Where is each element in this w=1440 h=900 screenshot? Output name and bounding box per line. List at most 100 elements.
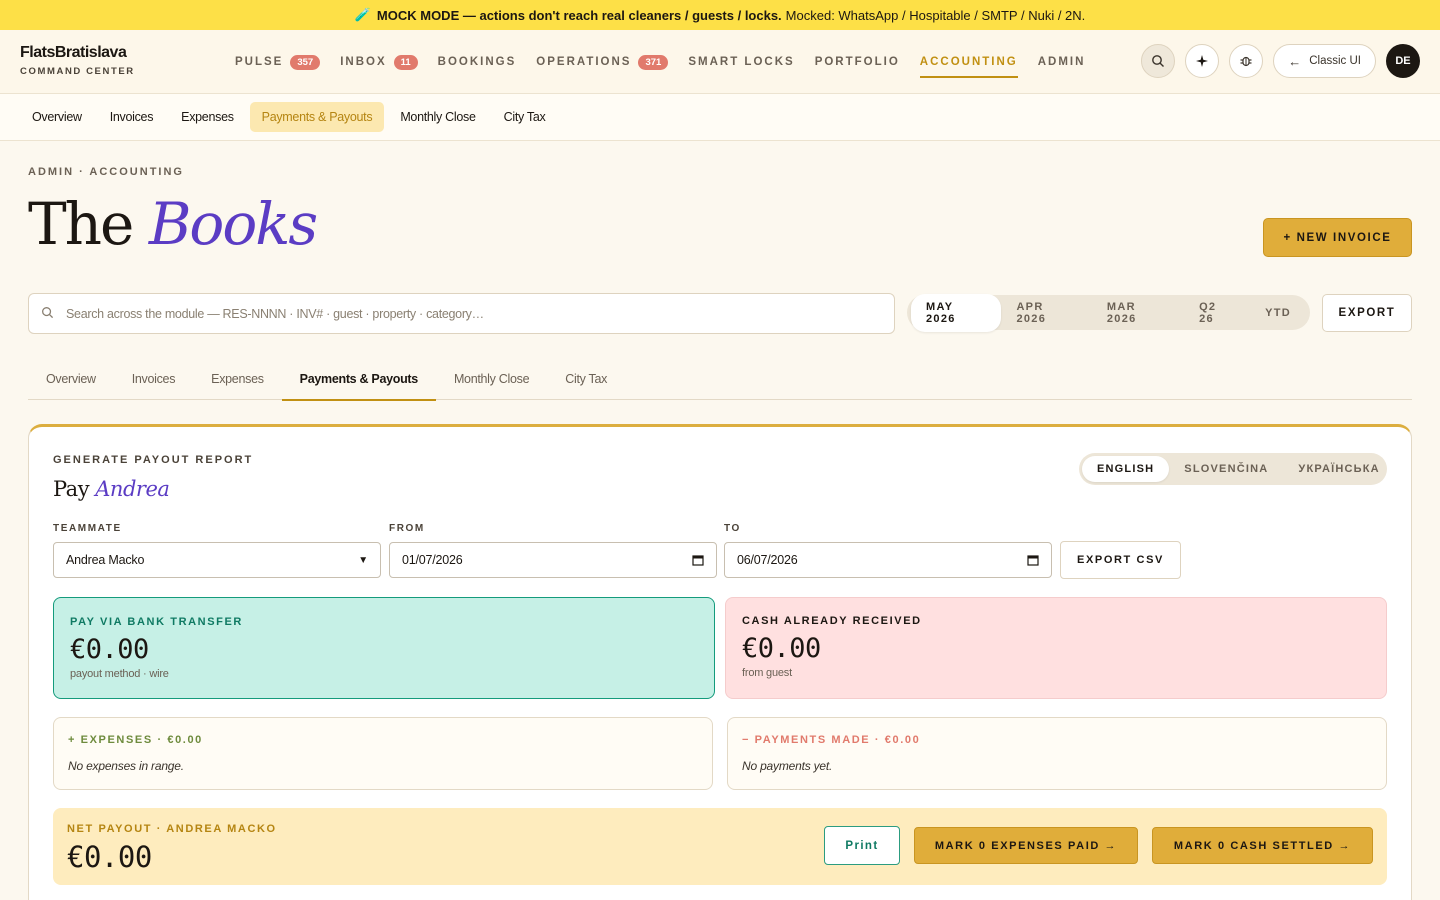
brand-subtitle: COMMAND CENTER [20,66,135,77]
teammate-select[interactable]: Andrea Macko ▼ [53,542,381,578]
expenses-empty-text: No expenses in range. [68,759,184,773]
from-date-value: 01/07/2026 [402,553,463,567]
cash-received-label: CASH ALREADY RECEIVED [742,615,922,627]
subnav-monthly-close[interactable]: Monthly Close [388,102,487,132]
brand[interactable]: FlatsBratislava COMMAND CENTER [20,44,135,77]
title-plain: The [28,190,134,258]
nav-pulse[interactable]: PULSE 357 [235,30,321,94]
to-date-value: 06/07/2026 [737,553,798,567]
period-selector: MAY 2026 APR 2026 MAR 2026 Q2 26 YTD [907,293,1310,332]
subnav-expenses[interactable]: Expenses [169,102,246,132]
payments-empty-text: No payments yet. [742,759,833,773]
title-italic: Books [148,190,318,258]
tab-expenses[interactable]: Expenses [193,357,282,400]
banner-rest-text: Mocked: WhatsApp / Hospitable / SMTP / N… [785,7,1086,23]
nav-label: BOOKINGS [437,56,517,68]
expenses-panel: + EXPENSES · €0.00 No expenses in range. [53,717,713,790]
language-selector: ENGLISH SLOVENČINA УКРАЇНСЬКА [1079,453,1387,485]
export-button[interactable]: EXPORT [1322,294,1412,332]
top-bar: FlatsBratislava COMMAND CENTER PULSE 357 … [0,30,1440,94]
test-tube-icon: 🧪 [354,7,371,22]
nav-label: INBOX [340,56,387,68]
cash-received-amount: €0.00 [742,633,821,664]
avatar[interactable]: DE [1386,44,1420,78]
bank-transfer-amount: €0.00 [70,634,149,665]
bank-transfer-label: PAY VIA BANK TRANSFER [70,616,243,628]
nav-label: ACCOUNTING [919,56,1018,68]
search-input[interactable] [66,306,894,321]
from-label: FROM [389,523,425,534]
calendar-icon [692,555,704,566]
cash-received-tile: CASH ALREADY RECEIVED €0.00 from guest [725,597,1387,699]
period-may-2026[interactable]: MAY 2026 [911,293,1002,332]
export-csv-button[interactable]: EXPORT CSV [1060,541,1181,579]
card-title-plain: Pay [53,477,90,501]
payout-report-card: GENERATE PAYOUT REPORT Pay Andrea ENGLIS… [28,424,1412,900]
nav-label: OPERATIONS [536,56,632,68]
sparkle-button[interactable] [1185,44,1220,78]
period-q2-26[interactable]: Q2 26 [1184,294,1250,332]
nav-portfolio[interactable]: PORTFOLIO [815,30,900,94]
mark-expenses-paid-button[interactable]: MARK 0 EXPENSES PAID → [914,827,1138,864]
chevron-down-icon: ▼ [358,554,368,566]
nav-admin[interactable]: ADMIN [1038,30,1086,94]
arrow-left-icon: ← [1288,53,1302,69]
breadcrumb: ADMIN · ACCOUNTING [28,166,184,178]
to-date-input[interactable]: 06/07/2026 [724,542,1052,578]
subnav-payments-payouts[interactable]: Payments & Payouts [249,102,385,132]
tab-city-tax[interactable]: City Tax [547,357,625,400]
nav-badge: 371 [638,54,669,70]
tab-overview[interactable]: Overview [28,357,114,400]
nav-bookings[interactable]: BOOKINGS [438,30,517,94]
nav-operations[interactable]: OPERATIONS 371 [536,30,669,94]
banner-strong-text: MOCK MODE — actions don't reach real cle… [376,7,782,23]
nav-label: PORTFOLIO [814,56,900,68]
card-title-italic: Andrea [95,477,170,501]
nav-label: PULSE [235,56,284,68]
mark-cash-settled-button[interactable]: MARK 0 CASH SETTLED → [1152,827,1373,864]
net-payout-panel: NET PAYOUT · ANDREA MACKO €0.00 Print MA… [53,808,1387,885]
bank-transfer-tile: PAY VIA BANK TRANSFER €0.00 payout metho… [53,597,715,699]
lang-slovencina[interactable]: SLOVENČINA [1169,456,1283,482]
bug-button[interactable] [1229,44,1264,78]
teammate-value: Andrea Macko [66,553,145,567]
search-icon [41,306,54,322]
nav-label: SMART LOCKS [688,56,795,68]
subnav-overview[interactable]: Overview [20,102,94,132]
nav-smart-locks[interactable]: SMART LOCKS [688,30,794,94]
sub-nav: Overview Invoices Expenses Payments & Pa… [0,94,1440,141]
new-invoice-button[interactable]: + NEW INVOICE [1263,218,1412,257]
tab-invoices[interactable]: Invoices [114,357,193,400]
period-apr-2026[interactable]: APR 2026 [1001,294,1091,332]
nav-badge: 11 [393,54,418,70]
calendar-icon [1027,555,1039,566]
sparkle-icon [1196,55,1209,67]
from-date-input[interactable]: 01/07/2026 [389,542,717,578]
lang-english[interactable]: ENGLISH [1082,456,1170,482]
cash-received-sub: from guest [742,667,792,679]
nav-accounting[interactable]: ACCOUNTING [919,30,1018,94]
module-search [28,293,895,334]
nav-label: ADMIN [1037,56,1086,68]
header-tools: ← Classic UI DE [1131,44,1420,78]
net-payout-amount: €0.00 [67,840,152,874]
period-ytd[interactable]: YTD [1250,300,1306,326]
classic-ui-label: Classic UI [1309,55,1361,67]
subnav-city-tax[interactable]: City Tax [492,102,558,132]
bug-icon [1240,56,1252,67]
period-mar-2026[interactable]: MAR 2026 [1092,294,1184,332]
search-button[interactable] [1141,44,1176,78]
teammate-label: TEAMMATE [53,523,122,534]
lang-ukrainian[interactable]: УКРАЇНСЬКА [1283,456,1394,482]
subnav-invoices[interactable]: Invoices [98,102,165,132]
nav-badge: 357 [290,54,321,70]
tab-payments-payouts[interactable]: Payments & Payouts [281,357,437,401]
net-payout-label: NET PAYOUT · ANDREA MACKO [67,823,277,835]
search-icon [1152,55,1165,67]
nav-inbox[interactable]: INBOX 11 [340,30,418,94]
brand-name: FlatsBratislava [20,44,127,61]
classic-ui-button[interactable]: ← Classic UI [1273,44,1376,78]
print-button[interactable]: Print [824,826,900,865]
main-nav: PULSE 357 INBOX 11 BOOKINGS OPERATIONS 371 … [235,30,1105,94]
tab-monthly-close[interactable]: Monthly Close [436,357,547,400]
